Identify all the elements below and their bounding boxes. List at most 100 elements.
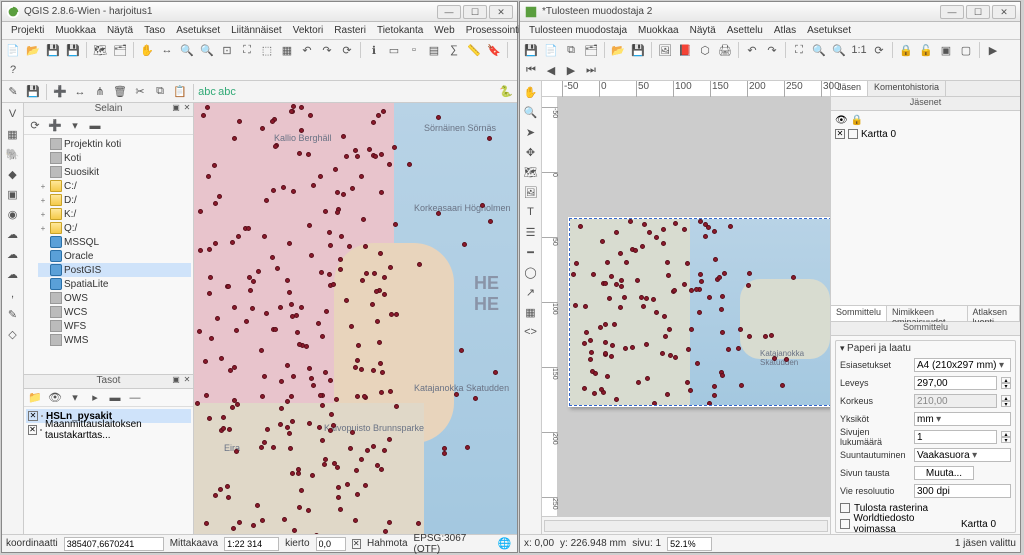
add-shape-icon[interactable]: ◯	[522, 263, 540, 281]
bookmarks-icon[interactable]: 🔖	[485, 41, 503, 59]
menu-layout[interactable]: Asettelu	[722, 24, 768, 37]
tree-item[interactable]: +C:/	[38, 179, 191, 193]
panel-undock-icon[interactable]: ▣	[171, 103, 181, 113]
add-layer-icon[interactable]: ➕	[46, 117, 64, 135]
menu-composer[interactable]: Tulosteen muodostaja	[524, 24, 632, 37]
zoom-last-icon[interactable]: ↶	[298, 41, 316, 59]
measure-icon[interactable]: 📏	[465, 41, 483, 59]
add-scalebar-icon[interactable]: ━	[522, 243, 540, 261]
zoom-actual-icon[interactable]: 1:1	[850, 41, 868, 59]
menu-web[interactable]: Web	[429, 24, 459, 37]
menu-taso[interactable]: Taso	[139, 24, 170, 37]
export-svg-icon[interactable]: ⬡	[696, 41, 714, 59]
close-button[interactable]: ✕	[489, 5, 513, 19]
filter-browser-icon[interactable]: ▾	[66, 117, 84, 135]
qgis-map-canvas[interactable]: Kallio Berghäll Sörnäinen Sörnäs Korkeas…	[194, 103, 517, 534]
ungroup-icon[interactable]: ▢	[957, 41, 975, 59]
zoom-icon[interactable]: 🔍	[522, 103, 540, 121]
crs-icon[interactable]: 🌐	[496, 535, 513, 553]
menu-rasteri[interactable]: Rasteri	[329, 24, 371, 37]
atlas-preview-icon[interactable]: ▶	[984, 41, 1002, 59]
status-render-check[interactable]: ✕	[352, 539, 361, 549]
move-feature-icon[interactable]: ↔	[71, 83, 89, 101]
worldfile-select[interactable]: Kartta 0	[961, 519, 1011, 530]
tree-item[interactable]: Projektin koti	[38, 137, 191, 151]
panel-close-icon[interactable]: ✕	[182, 103, 192, 113]
bg-button[interactable]: Muuta...	[914, 466, 974, 480]
tree-item[interactable]: +K:/	[38, 207, 191, 221]
menu-view[interactable]: Näytä	[685, 24, 721, 37]
select-move-icon[interactable]: ➤	[522, 123, 540, 141]
list-item[interactable]: 👁 🔒	[833, 113, 1018, 127]
tree-item[interactable]: WCS	[38, 305, 191, 319]
collapse-all-icon[interactable]: ▬	[86, 117, 104, 135]
add-feature-icon[interactable]: ➕	[51, 83, 69, 101]
menu-nayta[interactable]: Näytä	[102, 24, 138, 37]
add-raster-icon[interactable]: ▦	[4, 125, 22, 143]
refresh-browser-icon[interactable]: ⟳	[26, 117, 44, 135]
field-calc-icon[interactable]: ∑	[445, 41, 463, 59]
paper-group-title[interactable]: ▾ Paperi ja laatu	[836, 341, 1015, 356]
tab-history[interactable]: Komentohistoria	[868, 81, 946, 96]
paste-icon[interactable]: 📋	[171, 83, 189, 101]
composer-icon[interactable]: 🗺	[91, 41, 109, 59]
menu-settings[interactable]: Asetukset	[802, 24, 856, 37]
tree-item[interactable]: WFS	[38, 319, 191, 333]
remove-layer-icon[interactable]: —	[126, 389, 144, 407]
item-lock-check[interactable]	[848, 129, 858, 139]
width-field[interactable]: 297,00	[914, 376, 997, 390]
copy-icon[interactable]: ⧉	[151, 83, 169, 101]
redo-icon[interactable]: ↷	[763, 41, 781, 59]
pan-icon[interactable]: ✋	[138, 41, 156, 59]
worldfile-check[interactable]	[840, 519, 850, 529]
menu-vektori[interactable]: Vektori	[288, 24, 329, 37]
browser-tree[interactable]: Projektin kotiKotiSuosikit+C:/+D:/+K:/+Q…	[24, 135, 193, 374]
zoom-out-icon[interactable]: 🔍	[198, 41, 216, 59]
menu-prosessointi[interactable]: Prosessointi	[461, 24, 525, 37]
add-map-icon[interactable]: 🗺	[522, 163, 540, 181]
add-postgis-icon[interactable]: 🐘	[4, 145, 22, 163]
new-project-icon[interactable]: 📄	[4, 41, 22, 59]
list-item[interactable]: ✕ Kartta 0	[833, 127, 1018, 141]
tab-atlas[interactable]: Atlaksen luonti	[968, 306, 1021, 321]
add-wfs-icon[interactable]: ☁	[4, 265, 22, 283]
status-zoom-field[interactable]	[667, 537, 712, 551]
atlas-first-icon[interactable]: ⏮	[522, 61, 540, 79]
move-content-icon[interactable]: ✥	[522, 143, 540, 161]
cut-icon[interactable]: ✂	[131, 83, 149, 101]
refresh-icon[interactable]: ⟳	[870, 41, 888, 59]
menu-asetukset[interactable]: Asetukset	[171, 24, 225, 37]
add-html-icon[interactable]: <>	[522, 323, 540, 341]
zoom-next-icon[interactable]: ↷	[318, 41, 336, 59]
load-template-icon[interactable]: 📂	[609, 41, 627, 59]
menu-muokkaa[interactable]: Muokkaa	[50, 24, 101, 37]
save-icon[interactable]: 💾	[522, 41, 540, 59]
minimize-button[interactable]: —	[940, 5, 964, 19]
attr-table-icon[interactable]: ▤	[425, 41, 443, 59]
zoom-in-icon[interactable]: 🔍	[810, 41, 828, 59]
add-legend-icon[interactable]: ☰	[522, 223, 540, 241]
pan-selection-icon[interactable]: ↔	[158, 41, 176, 59]
node-tool-icon[interactable]: ⋔	[91, 83, 109, 101]
label-config-icon[interactable]: abc	[218, 83, 236, 101]
new-shapefile-icon[interactable]: ✎	[4, 305, 22, 323]
print-raster-check[interactable]	[840, 503, 850, 513]
res-field[interactable]: 300 dpi	[914, 484, 1011, 498]
tree-item[interactable]: OWS	[38, 291, 191, 305]
select-icon[interactable]: ▭	[385, 41, 403, 59]
zoom-out-icon[interactable]: 🔍	[830, 41, 848, 59]
items-list[interactable]: 👁 🔒 ✕ Kartta 0	[831, 111, 1020, 306]
label-icon[interactable]: abc	[198, 83, 216, 101]
add-oracle-icon[interactable]: ◉	[4, 205, 22, 223]
tab-item-props[interactable]: Nimikkeen ominaisuudet	[887, 306, 967, 321]
saveas-project-icon[interactable]: 💾	[64, 41, 82, 59]
add-spatialite-icon[interactable]: ◆	[4, 165, 22, 183]
zoom-full-icon[interactable]: ⛶	[238, 41, 256, 59]
export-image-icon[interactable]: 🖼	[656, 41, 674, 59]
panel-close-icon[interactable]: ✕	[182, 375, 192, 385]
delete-icon[interactable]: 🗑	[111, 83, 129, 101]
add-label-icon[interactable]: T	[522, 203, 540, 221]
add-wcs-icon[interactable]: ☁	[4, 245, 22, 263]
edit-toggle-icon[interactable]: ✎	[4, 83, 22, 101]
tree-item[interactable]: WMS	[38, 333, 191, 347]
